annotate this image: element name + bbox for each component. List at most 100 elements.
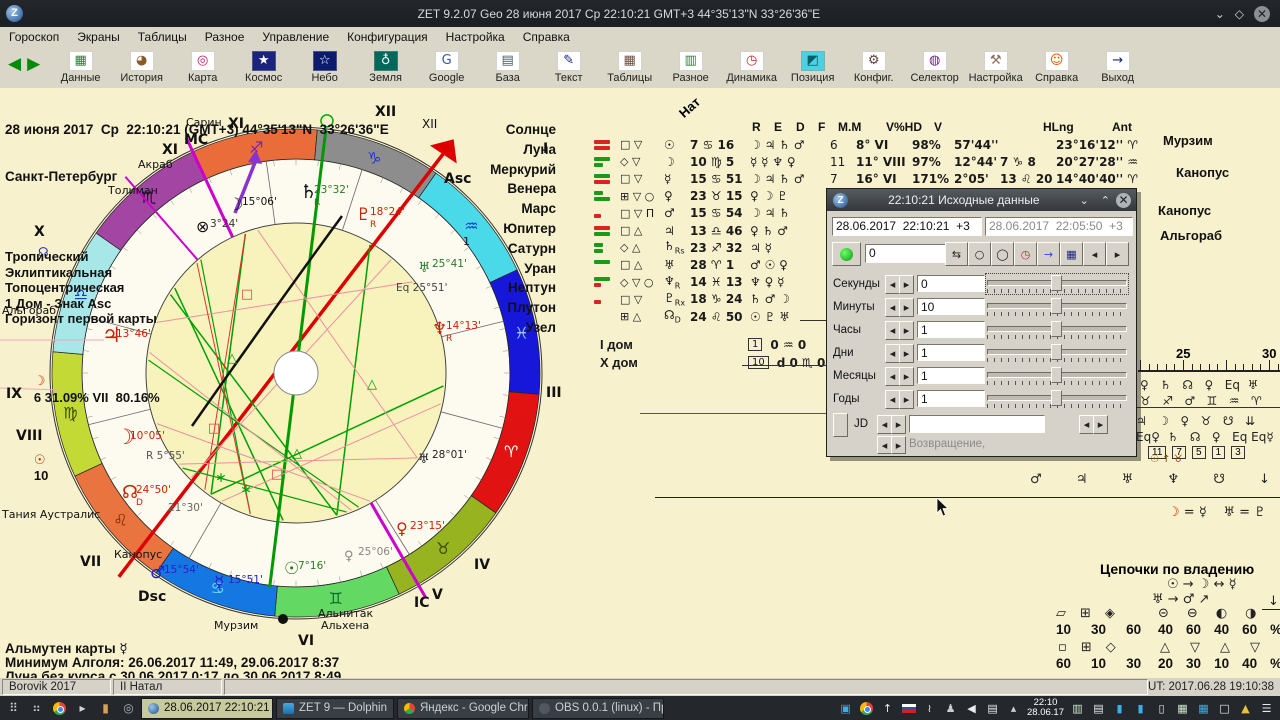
taskbar-task-1[interactable]: 28.06.2017 22:10:21 [141, 698, 273, 719]
jd-spin-down-button[interactable]: ◂ [877, 415, 892, 434]
datetime-current-field[interactable]: 28.06.2017 22:10:21 +3 [832, 217, 982, 236]
notes-icon[interactable]: ▤ [1091, 701, 1106, 715]
slider-thumb[interactable] [1051, 344, 1062, 360]
app-menu-icon[interactable]: ⠿ [4, 699, 23, 718]
toolbar-button-3[interactable]: ◎Карта [172, 51, 233, 84]
return-next-button[interactable]: ▸ [891, 436, 906, 454]
menu-item-5[interactable]: Управление [253, 30, 338, 44]
calendar-icon[interactable]: ▦ [1175, 701, 1190, 715]
menu-item-6[interactable]: Конфигурация [338, 30, 437, 44]
clipboard-icon[interactable]: ▤ [985, 701, 1000, 715]
clock-button[interactable]: ◷ [1014, 242, 1037, 266]
toolbar-button-8[interactable]: ▤База [477, 51, 538, 84]
panel-blue-a-icon[interactable]: ▮ [1112, 701, 1127, 715]
radio-large-button[interactable]: ◯ [991, 242, 1014, 266]
prev-button[interactable]: ◂ [1083, 242, 1106, 266]
widgets-icon[interactable]: ⠶ [27, 699, 46, 718]
dialog-minimize-button[interactable]: ⌄ [1080, 194, 1089, 207]
spinner-up-button[interactable]: ▸ [899, 321, 914, 340]
show-desktop-icon[interactable]: ▸ [73, 699, 92, 718]
taskbar-task-3[interactable]: Яндекс - Google Chr... [397, 698, 529, 719]
taskbar-clock[interactable]: 22:1028.06.17 [1027, 698, 1064, 718]
spinner-value-field[interactable]: 0 [917, 275, 985, 292]
menu-item-1[interactable]: Гороскоп [0, 30, 68, 44]
panel-white-icon[interactable]: ▯ [1154, 701, 1169, 715]
wallet-icon[interactable]: ▥ [1070, 701, 1085, 715]
activity-icon[interactable]: ▦ [1196, 701, 1211, 715]
taskbar-task-2[interactable]: ZET 9 — Dolphin [276, 698, 394, 719]
toolbar-button-4[interactable]: ★Космос [233, 51, 294, 84]
minimize-button[interactable]: ⌄ [1215, 7, 1225, 21]
toolbar-button-6[interactable]: ♁Земля [355, 51, 416, 84]
toolbar-button-9[interactable]: ✎Текст [538, 51, 599, 84]
return-prev-button[interactable]: ◂ [877, 436, 892, 454]
spinner-value-field[interactable]: 1 [917, 344, 985, 361]
spinner-value-field[interactable]: 1 [917, 367, 985, 384]
menu-item-8[interactable]: Справка [514, 30, 579, 44]
slider-thumb[interactable] [1051, 367, 1062, 383]
dialog-titlebar[interactable]: Z 22:10:21 Исходные данные ⌄ ⌃ ✕ [827, 189, 1136, 211]
monitor-icon[interactable]: □ [1217, 701, 1232, 715]
toolbar-button-17[interactable]: ☺Справка [1026, 51, 1087, 84]
nav-forward-icon[interactable]: ▶ [27, 55, 40, 72]
toolbar-button-5[interactable]: ☆Небо [294, 51, 355, 84]
jd-nav-next-button[interactable]: ▸ [1093, 415, 1108, 434]
step-counter-field[interactable]: 0 [865, 244, 947, 263]
spinner-slider[interactable] [987, 321, 1127, 339]
menu-item-3[interactable]: Таблицы [129, 30, 196, 44]
next-button[interactable]: ▸ [1106, 242, 1129, 266]
nav-back-icon[interactable]: ◀ [8, 55, 21, 72]
export-button[interactable]: → [1037, 242, 1060, 266]
menu-item-4[interactable]: Разное [196, 30, 254, 44]
spinner-down-button[interactable]: ◂ [885, 344, 900, 363]
spinner-value-field[interactable]: 1 [917, 390, 985, 407]
warning-icon[interactable]: ▲ [1238, 701, 1253, 715]
menu-item-2[interactable]: Экраны [68, 30, 128, 44]
menu-item-7[interactable]: Настройка [437, 30, 514, 44]
toolbar-button-10[interactable]: ▦Таблицы [599, 51, 660, 84]
chrome-tray-icon[interactable] [859, 701, 874, 715]
spinner-down-button[interactable]: ◂ [885, 390, 900, 409]
spinner-down-button[interactable]: ◂ [885, 321, 900, 340]
slider-thumb[interactable] [1051, 390, 1062, 406]
spinner-up-button[interactable]: ▸ [899, 390, 914, 409]
spinner-up-button[interactable]: ▸ [899, 275, 914, 294]
toolbar-button-12[interactable]: ◷Динамика [721, 51, 782, 84]
jd-value-field[interactable] [909, 415, 1045, 433]
save-button[interactable]: ▦ [1060, 242, 1083, 266]
toolbar-button-1[interactable]: ▦Данные [50, 51, 111, 84]
toolbar-button-7[interactable]: GGoogle [416, 51, 477, 84]
toolbar-button-13[interactable]: ◩Позиция [782, 51, 843, 84]
spinner-value-field[interactable]: 10 [917, 298, 985, 315]
toolbar-button-15[interactable]: ◍Селектор [904, 51, 965, 84]
sync-button[interactable]: ⇆ [945, 242, 968, 266]
datetime-saved-field[interactable]: 28.06.2017 22:05:50 +3 [985, 217, 1133, 236]
jd-toggle-button[interactable] [833, 413, 848, 437]
toolbar-button-11[interactable]: ▥Разное [660, 51, 721, 84]
toolbar-button-16[interactable]: ⚒Настройка [965, 51, 1026, 84]
tray-expand-icon[interactable]: ▴ [1006, 701, 1021, 715]
dialog-close-button[interactable]: ✕ [1116, 193, 1131, 208]
spinner-slider[interactable] [987, 275, 1127, 293]
obs-launcher-icon[interactable]: ◎ [119, 699, 138, 718]
files-launcher-icon[interactable]: ▮ [96, 699, 115, 718]
close-button[interactable]: ✕ [1254, 6, 1270, 22]
toolbar-button-18[interactable]: →Выход [1087, 51, 1148, 84]
chrome-launcher-icon[interactable] [50, 699, 69, 718]
spinner-slider[interactable] [987, 390, 1127, 408]
spinner-down-button[interactable]: ◂ [885, 367, 900, 386]
dialog-maximize-button[interactable]: ⌃ [1101, 194, 1110, 207]
store-icon[interactable]: ▣ [838, 701, 853, 715]
jd-spin-up-button[interactable]: ▸ [891, 415, 906, 434]
panel-blue-b-icon[interactable]: ▮ [1133, 701, 1148, 715]
spinner-down-button[interactable]: ◂ [885, 275, 900, 294]
wifi-icon[interactable]: ≀ [922, 701, 937, 715]
spinner-slider[interactable] [987, 298, 1127, 316]
slider-thumb[interactable] [1051, 321, 1062, 337]
maximize-button[interactable]: ◇ [1235, 7, 1244, 21]
user-icon[interactable]: ♟ [943, 701, 958, 715]
keyboard-flag-ru-icon[interactable] [901, 701, 916, 715]
spinner-up-button[interactable]: ▸ [899, 344, 914, 363]
jd-nav-prev-button[interactable]: ◂ [1079, 415, 1094, 434]
toolbar-button-2[interactable]: ◕История [111, 51, 172, 84]
